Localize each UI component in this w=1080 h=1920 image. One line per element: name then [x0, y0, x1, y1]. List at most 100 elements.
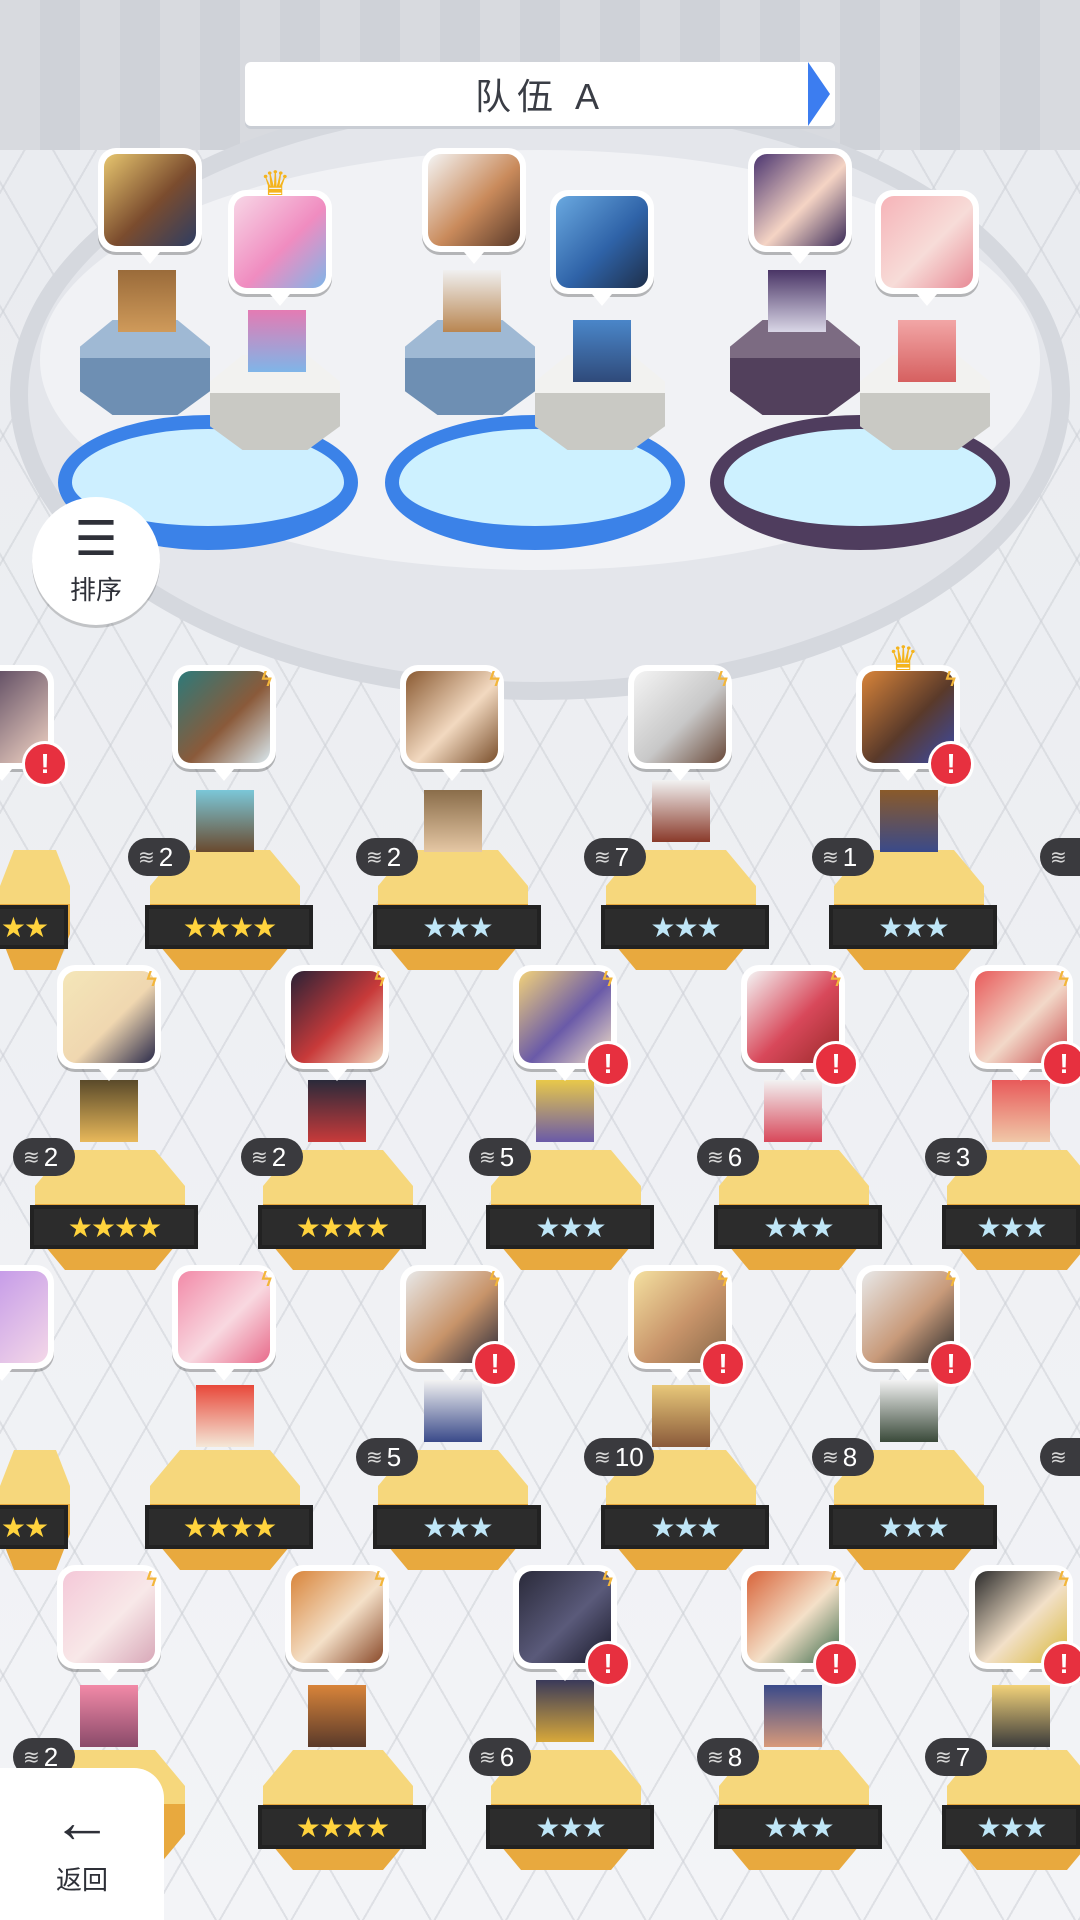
hero-sprite[interactable]: [80, 1080, 138, 1142]
hero-sprite[interactable]: [536, 1080, 594, 1142]
team-hero-sprite[interactable]: [443, 270, 501, 332]
hero-level-badge: ≋ 2: [13, 1138, 75, 1176]
lightning-icon: ϟ: [489, 1269, 500, 1291]
lightning-icon: ϟ: [830, 1569, 841, 1591]
lightning-icon: ϟ: [146, 1569, 157, 1591]
lightning-icon: ϟ: [1058, 969, 1069, 991]
hero-sprite[interactable]: [880, 1380, 938, 1442]
lightning-icon: ϟ: [1058, 1569, 1069, 1591]
hero-sprite[interactable]: [308, 1685, 366, 1747]
alert-icon: !: [472, 1341, 518, 1387]
hero-portrait[interactable]: !: [0, 665, 68, 787]
team-hero-sprite[interactable]: [768, 270, 826, 332]
hero-level-badge: ≋ 6: [697, 1138, 759, 1176]
back-button[interactable]: ← 返回: [0, 1768, 164, 1920]
lightning-icon: ϟ: [489, 669, 500, 691]
stack-icon: ≋: [366, 846, 383, 869]
arrow-left-icon: ←: [52, 1787, 112, 1855]
hero-face: [428, 154, 520, 246]
team-hero-portrait[interactable]: ♛: [228, 165, 332, 306]
hero-portrait[interactable]: ϟ: [172, 1265, 276, 1381]
stack-icon: ≋: [594, 1446, 611, 1469]
stack-icon: ≋: [707, 1146, 724, 1169]
stack-icon: ≋: [23, 1746, 40, 1769]
hero-portrait[interactable]: ϟ!: [513, 1565, 631, 1687]
sort-label: 排序: [69, 574, 122, 605]
hero-sprite[interactable]: [880, 790, 938, 852]
team-hero-portrait[interactable]: [875, 190, 979, 306]
hero-face: [104, 154, 196, 246]
hero-sprite[interactable]: [652, 780, 710, 842]
hero-portrait[interactable]: ϟ: [172, 665, 276, 781]
hero-level-badge: ≋ 2: [241, 1138, 303, 1176]
stack-icon: ≋: [23, 1146, 40, 1169]
hero-portrait[interactable]: ϟ!: [856, 1265, 974, 1387]
team-hero-sprite[interactable]: [898, 320, 956, 382]
sort-icon: ☰: [74, 512, 118, 566]
hero-portrait[interactable]: [0, 1265, 54, 1381]
hero-sprite[interactable]: [992, 1080, 1050, 1142]
hero-portrait[interactable]: ϟ!: [969, 965, 1080, 1087]
lightning-icon: ϟ: [146, 969, 157, 991]
hero-stars: ★★★: [829, 1505, 997, 1549]
lightning-icon: ϟ: [374, 969, 385, 991]
hero-portrait[interactable]: ϟ!: [969, 1565, 1080, 1687]
hero-stars: ★★★: [373, 1505, 541, 1549]
hero-level-badge: ≋ 7: [925, 1738, 987, 1776]
hero-face: [881, 196, 973, 288]
hero-sprite[interactable]: [536, 1680, 594, 1742]
hero-portrait[interactable]: ϟ!: [628, 1265, 746, 1387]
hero-level-badge: ≋ 8: [812, 1438, 874, 1476]
team-hero-portrait[interactable]: [422, 148, 526, 264]
hero-stars: ★★★: [942, 1805, 1080, 1849]
hero-stars: ★★★★: [30, 1205, 198, 1249]
hero-stars: ★★★: [714, 1805, 882, 1849]
hero-portrait[interactable]: ϟ: [57, 1565, 161, 1681]
hero-portrait[interactable]: ϟ!: [741, 965, 859, 1087]
hero-level-badge: ≋ 6: [469, 1738, 531, 1776]
hero-level-badge: ≋: [1040, 1438, 1080, 1476]
hero-sprite[interactable]: [196, 1385, 254, 1447]
team-hero-sprite[interactable]: [573, 320, 631, 382]
team-hero-portrait[interactable]: [748, 148, 852, 264]
hero-stars: ★★★★: [258, 1805, 426, 1849]
stack-icon: ≋: [707, 1746, 724, 1769]
hero-sprite[interactable]: [424, 790, 482, 852]
hero-portrait[interactable]: ϟ: [628, 665, 732, 781]
hero-sprite[interactable]: [652, 1385, 710, 1447]
hero-portrait[interactable]: ϟ!: [400, 1265, 518, 1387]
stack-icon: ≋: [594, 846, 611, 869]
hero-sprite[interactable]: [764, 1685, 822, 1747]
hero-portrait[interactable]: ϟ: [285, 965, 389, 1081]
hero-portrait[interactable]: ♛ ϟ!: [856, 640, 974, 787]
hero-portrait[interactable]: ϟ!: [513, 965, 631, 1087]
team-hero-portrait[interactable]: [98, 148, 202, 264]
team-hero-sprite[interactable]: [248, 310, 306, 372]
hero-portrait[interactable]: ϟ: [285, 1565, 389, 1681]
hero-face: [556, 196, 648, 288]
stack-icon: ≋: [251, 1146, 268, 1169]
lightning-icon: ϟ: [374, 1569, 385, 1591]
sort-button[interactable]: ☰ 排序: [32, 497, 160, 625]
hero-stars: ★★★: [486, 1805, 654, 1849]
hero-sprite[interactable]: [764, 1080, 822, 1142]
hero-portrait[interactable]: ϟ: [400, 665, 504, 781]
alert-icon: !: [700, 1341, 746, 1387]
hero-level-badge: ≋ 10: [584, 1438, 654, 1476]
hero-portrait[interactable]: ϟ: [57, 965, 161, 1081]
team-hero-portrait[interactable]: [550, 190, 654, 306]
hero-sprite[interactable]: [80, 1685, 138, 1747]
stack-icon: ≋: [1050, 1446, 1067, 1469]
back-label: 返回: [55, 1864, 108, 1895]
alert-icon: !: [585, 1041, 631, 1087]
hero-sprite[interactable]: [992, 1685, 1050, 1747]
hero-portrait[interactable]: ϟ!: [741, 1565, 859, 1687]
stack-icon: ≋: [935, 1746, 952, 1769]
hero-sprite[interactable]: [196, 790, 254, 852]
hero-level-badge: ≋ 2: [128, 838, 190, 876]
hero-sprite[interactable]: [308, 1080, 366, 1142]
team-hero-sprite[interactable]: [118, 270, 176, 332]
hero-sprite[interactable]: [424, 1380, 482, 1442]
next-team-arrow-icon[interactable]: [808, 62, 830, 126]
hero-face: [234, 196, 326, 288]
